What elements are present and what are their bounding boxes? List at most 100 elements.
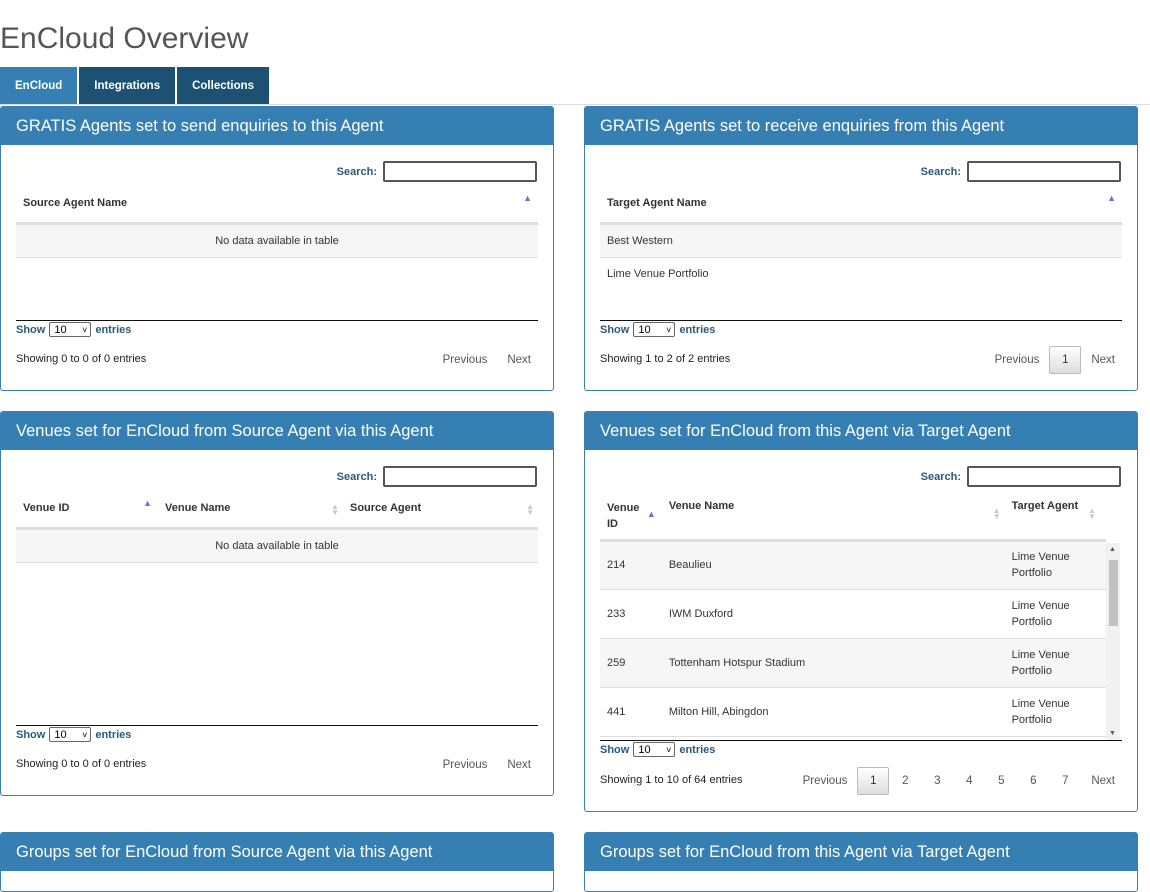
venues-source-table: Venue ID ▲ Venue Name ▲ ▼ Source Agent ▲ ▼… (16, 490, 538, 563)
venue-id-cell: 233 (600, 589, 662, 639)
column-header-label: Venue ID (607, 502, 640, 530)
table-bottom-border (600, 740, 1122, 741)
panel-title: Groups set for EnCloud from Source Agent… (1, 833, 553, 871)
table-info: Showing 1 to 2 of 2 entries (600, 353, 731, 365)
target-agent-cell: Lime Venue Portfolio (1004, 638, 1106, 688)
column-header-label: Target Agent (1011, 500, 1079, 512)
page-length-select[interactable]: 10 ˅ (49, 727, 92, 742)
show-label: Show (600, 743, 630, 756)
show-label: Show (16, 323, 46, 336)
previous-button[interactable]: Previous (433, 346, 498, 374)
pagination: Previous 1 2 3 4 5 6 7 Next (793, 767, 1125, 795)
sort-ascending-icon: ▲ (143, 498, 152, 508)
table-bottom-border (600, 320, 1122, 321)
scrollbar-thumb[interactable] (1109, 560, 1118, 626)
search-input[interactable] (967, 161, 1121, 182)
column-header-venue-id[interactable]: Venue ID ▲ (16, 490, 158, 530)
scroll-down-icon[interactable]: ▼ (1109, 730, 1116, 737)
tab-integrations[interactable]: Integrations (79, 67, 176, 104)
panel-agents-receive: GRATIS Agents set to receive enquiries f… (584, 106, 1138, 391)
tabs-divider (0, 104, 1150, 105)
target-agent-cell: Lime Venue Portfolio (1004, 687, 1106, 737)
scroll-up-icon[interactable]: ▲ (1109, 546, 1116, 553)
venues-target-table: Venue ID ▲ Venue Name ▲ ▼ Target Agent ▲ ▼… (600, 494, 1106, 737)
next-button[interactable]: Next (1081, 346, 1125, 374)
empty-table-message: No data available in table (16, 528, 538, 563)
entries-label: entries (95, 728, 132, 741)
column-header-label: Source Agent (350, 502, 422, 515)
table-scrollbar[interactable]: ▲ ▼ (1106, 543, 1120, 740)
table-bottom-border (16, 320, 538, 321)
entries-label: entries (679, 323, 716, 336)
pagination: Previous 1 Next (985, 346, 1125, 374)
next-button[interactable]: Next (1081, 767, 1125, 795)
tab-encloud[interactable]: EnCloud (0, 67, 78, 104)
column-header-venue-name[interactable]: Venue Name ▲ ▼ (158, 490, 343, 530)
column-header-source-agent-name[interactable]: Source Agent Name ▲ (16, 185, 538, 225)
table-row: 259 Tottenham Hotspur Stadium Lime Venue… (600, 638, 1106, 688)
empty-table-message: No data available in table (16, 223, 538, 258)
venue-name-cell: IWM Duxford (661, 589, 1005, 639)
column-header-label: Target Agent Name (607, 197, 707, 210)
pagination: Previous Next (433, 346, 541, 374)
page-title: EnCloud Overview (0, 22, 249, 55)
column-header-target-agent[interactable]: Target Agent ▲ ▼ (1004, 494, 1106, 542)
page-button-current[interactable]: 1 (1049, 346, 1082, 374)
page-length-control: Show 10 ˅ entries (600, 322, 715, 337)
sort-both-icon: ▲ ▼ (526, 502, 534, 517)
target-agent-cell: Lime Venue Portfolio (1004, 540, 1106, 590)
venue-name-cell: Milton Hill, Abingdon (661, 687, 1005, 737)
column-header-source-agent[interactable]: Source Agent ▲ ▼ (343, 490, 538, 530)
target-agent-cell: Lime Venue Portfolio (1004, 589, 1106, 639)
panel-title: Venues set for EnCloud from Source Agent… (1, 412, 553, 450)
column-header-target-agent-name[interactable]: Target Agent Name ▲ (600, 185, 1122, 225)
panel-groups-target: Groups set for EnCloud from this Agent v… (584, 832, 1138, 892)
next-button[interactable]: Next (497, 346, 541, 374)
page-button-5[interactable]: 5 (985, 767, 1017, 795)
column-header-label: Venue Name (668, 500, 735, 512)
page-length-value: 10 (54, 323, 67, 336)
table-row: 441 Milton Hill, Abingdon Lime Venue Por… (600, 687, 1106, 737)
page-button-2[interactable]: 2 (889, 767, 921, 795)
panel-agents-send: GRATIS Agents set to send enquiries to t… (0, 106, 554, 391)
page-button-7[interactable]: 7 (1049, 767, 1081, 795)
tab-collections[interactable]: Collections (177, 67, 270, 104)
column-header-venue-name[interactable]: Venue Name ▲ ▼ (661, 494, 1005, 542)
venue-id-cell: 441 (600, 687, 662, 737)
column-header-venue-id[interactable]: Venue ID ▲ (600, 494, 662, 542)
previous-button[interactable]: Previous (793, 767, 858, 795)
table-cell-agent-name: Best Western (600, 223, 1122, 258)
search-label: Search: (920, 165, 961, 178)
page-length-select[interactable]: 10 ˅ (49, 322, 92, 337)
search-row: Search: (337, 161, 537, 182)
page-button-3[interactable]: 3 (921, 767, 953, 795)
search-input[interactable] (383, 466, 537, 487)
page-length-select[interactable]: 10 ˅ (633, 322, 676, 337)
venue-name-cell: Tottenham Hotspur Stadium (661, 638, 1005, 688)
page-button-1[interactable]: 1 (857, 767, 890, 795)
previous-button[interactable]: Previous (985, 346, 1050, 374)
page-button-4[interactable]: 4 (953, 767, 985, 795)
table-row: 233 IWM Duxford Lime Venue Portfolio (600, 589, 1106, 639)
previous-button[interactable]: Previous (433, 751, 498, 779)
search-row: Search: (921, 161, 1121, 182)
search-input[interactable] (383, 161, 537, 182)
sort-both-icon: ▲ ▼ (331, 502, 339, 517)
chevron-down-icon: ˅ (82, 324, 88, 335)
chevron-down-icon: ˅ (666, 744, 672, 755)
page-length-select[interactable]: 10 ˅ (633, 742, 676, 757)
panel-title: GRATIS Agents set to send enquiries to t… (1, 107, 553, 145)
table-info: Showing 1 to 10 of 64 entries (600, 774, 743, 786)
sort-ascending-icon: ▲ (523, 193, 532, 203)
table-info: Showing 0 to 0 of 0 entries (16, 758, 147, 770)
page-length-control: Show 10 ˅ entries (16, 322, 131, 337)
search-label: Search: (336, 470, 377, 483)
page-button-6[interactable]: 6 (1017, 767, 1049, 795)
next-button[interactable]: Next (497, 751, 541, 779)
search-input[interactable] (967, 466, 1121, 487)
column-header-label: Venue ID (23, 502, 70, 515)
entries-label: entries (95, 323, 132, 336)
page-length-control: Show 10 ˅ entries (16, 727, 131, 742)
venue-id-cell: 259 (600, 638, 662, 688)
agents-send-table: Source Agent Name ▲ No data available in… (16, 185, 538, 258)
